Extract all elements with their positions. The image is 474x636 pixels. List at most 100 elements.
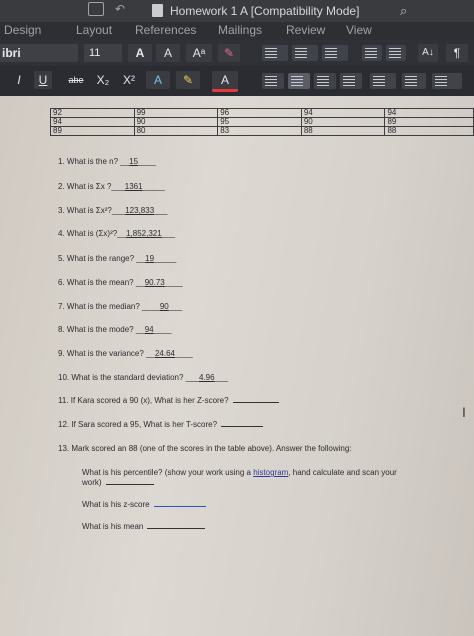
question-6[interactable]: 6. What is the mean? __90.73____: [58, 278, 183, 287]
question-12[interactable]: 12. If Sara scored a 95, What is her T-s…: [58, 420, 264, 429]
question-answer: 24.64: [154, 349, 175, 358]
table-cell: 90: [133, 117, 219, 127]
underline-button[interactable]: U: [34, 71, 52, 89]
tab-references[interactable]: References: [135, 23, 196, 37]
question-label: 2. What is Σx ?: [58, 182, 112, 191]
title-bar: ↶ Homework 1 A [Compatibility Mode] ⌕: [0, 0, 474, 22]
percentile-question-line2[interactable]: work): [82, 478, 154, 487]
table-row: 94 90 95 90 89: [50, 117, 474, 127]
question-label: 8. What is the mode?: [58, 325, 134, 334]
italic-button[interactable]: I: [10, 71, 28, 89]
clear-format-icon[interactable]: ✎: [218, 44, 240, 62]
font-name-field[interactable]: ibri: [0, 44, 78, 62]
question-11[interactable]: 11. If Kara scored a 90 (x), What is her…: [58, 396, 279, 405]
align-center-button[interactable]: [288, 73, 310, 89]
question-label: 10. What is the standard deviation?: [58, 373, 184, 382]
question-3[interactable]: 3. What is Σx²?___123,833___: [58, 206, 168, 215]
table-cell: 94: [50, 117, 135, 127]
document-icon: [152, 4, 163, 17]
font-size-field[interactable]: 11: [84, 44, 122, 62]
question-1[interactable]: 1. What is the n? __15____: [58, 157, 156, 166]
multilevel-list-button[interactable]: [322, 45, 348, 61]
shrink-font-button[interactable]: A: [156, 44, 180, 62]
decrease-indent-button[interactable]: [362, 45, 382, 61]
save-icon[interactable]: [88, 2, 104, 16]
grow-font-button[interactable]: A: [128, 44, 152, 62]
shading-button[interactable]: [402, 73, 426, 89]
increase-indent-button[interactable]: [386, 45, 406, 61]
table-cell: 95: [217, 117, 302, 127]
answer-blank[interactable]: [232, 396, 279, 403]
align-left-button[interactable]: [262, 73, 284, 89]
question-label: 6. What is the mean?: [58, 278, 134, 287]
tab-layout[interactable]: Layout: [76, 23, 112, 37]
justify-button[interactable]: [340, 73, 362, 89]
borders-button[interactable]: [432, 73, 462, 89]
question-answer: 94: [144, 325, 154, 334]
scores-table: 92 99 96 94 94 94 90 95 90 89 89 80 83 8…: [50, 108, 474, 136]
document-page: [0, 96, 474, 636]
tab-design[interactable]: Design: [4, 23, 41, 37]
question-9[interactable]: 9. What is the variance? __24.64____: [58, 349, 193, 358]
question-answer: 123,833: [125, 206, 155, 215]
answer-blank[interactable]: [147, 522, 206, 529]
table-cell: 94: [384, 108, 474, 118]
table-cell: 89: [384, 117, 474, 127]
superscript-button[interactable]: X²: [118, 71, 140, 89]
mean-text: What is his mean: [82, 522, 144, 531]
table-cell: 88: [384, 126, 474, 136]
pilcrow-icon[interactable]: ¶: [446, 44, 468, 62]
align-right-button[interactable]: [314, 73, 336, 89]
question-7[interactable]: 7. What is the median? ____90___: [58, 302, 182, 311]
strikethrough-button[interactable]: abe: [64, 71, 88, 89]
bullets-button[interactable]: [262, 45, 288, 61]
subscript-button[interactable]: X₂: [92, 71, 114, 89]
undo-icon[interactable]: ↶: [115, 2, 125, 16]
question-label: 12. If Sara scored a 95, What is her T-s…: [58, 420, 218, 429]
line-spacing-button[interactable]: [370, 73, 396, 89]
question-label: 13. Mark scored an 88 (one of the scores…: [58, 444, 352, 453]
mean-question[interactable]: What is his mean: [82, 522, 206, 531]
zscore-text: What is his z-score: [82, 500, 150, 509]
question-label: 3. What is Σx²?: [58, 206, 112, 215]
table-cell: 80: [133, 126, 219, 136]
question-8[interactable]: 8. What is the mode? __94____: [58, 325, 171, 334]
question-4[interactable]: 4. What is (Σx)²?__1,852,321___: [58, 229, 175, 238]
question-label: 1. What is the n?: [58, 157, 119, 166]
search-icon[interactable]: ⌕: [400, 3, 407, 19]
question-10[interactable]: 10. What is the standard deviation? ___4…: [58, 373, 228, 382]
question-answer: 1,852,321: [126, 229, 162, 238]
text-cursor-icon: I: [462, 404, 466, 420]
table-cell: 92: [50, 108, 135, 118]
question-answer: 4.96: [199, 373, 215, 382]
ribbon-tabs: Design Layout References Mailings Review…: [0, 22, 474, 40]
tab-view[interactable]: View: [346, 23, 372, 37]
question-label: 5. What is the range?: [58, 254, 135, 263]
font-color-icon[interactable]: A: [212, 71, 238, 92]
question-13[interactable]: 13. Mark scored an 88 (one of the scores…: [58, 444, 352, 453]
table-cell: 88: [300, 126, 386, 136]
histogram-link[interactable]: histogram: [253, 468, 288, 477]
question-5[interactable]: 5. What is the range? __19_____: [58, 254, 176, 263]
question-2[interactable]: 2. What is Σx ?___1361_____: [58, 182, 165, 191]
numbering-button[interactable]: [292, 45, 318, 61]
table-cell: 96: [217, 108, 302, 118]
answer-blank[interactable]: [153, 500, 206, 507]
text-effects-icon[interactable]: A: [146, 71, 170, 89]
highlight-icon[interactable]: ✎: [176, 71, 200, 89]
question-label: 4. What is (Σx)²?: [58, 229, 118, 238]
tab-mailings[interactable]: Mailings: [218, 23, 262, 37]
percentile-text-2: , hand calculate and scan your: [288, 468, 397, 477]
table-cell: 90: [300, 117, 386, 127]
table-row: 89 80 83 88 88: [50, 126, 474, 136]
percentile-question[interactable]: What is his percentile? (show your work …: [82, 468, 397, 477]
table-cell: 99: [133, 108, 219, 118]
question-answer: 90: [159, 302, 169, 311]
change-case-icon[interactable]: Aᵃ: [186, 44, 212, 62]
zscore-question[interactable]: What is his z-score: [82, 500, 206, 509]
table-row: 92 99 96 94 94: [50, 108, 474, 118]
sort-icon[interactable]: A↓: [418, 44, 438, 62]
answer-blank[interactable]: [221, 420, 264, 427]
tab-review[interactable]: Review: [286, 23, 325, 37]
answer-blank[interactable]: [105, 478, 154, 485]
